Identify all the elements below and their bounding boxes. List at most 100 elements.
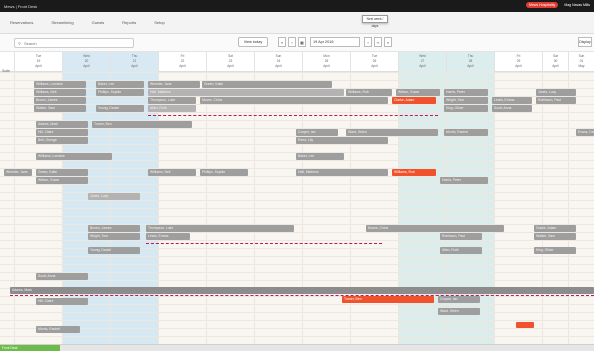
next-week-tooltip: Next week / days bbox=[362, 15, 388, 28]
reservation-bar[interactable]: Adams, Mark bbox=[10, 287, 594, 294]
reservation-bar[interactable]: Hill, Claire bbox=[36, 129, 88, 136]
day-header: Tue 26 April bbox=[350, 52, 398, 72]
reservation-bar[interactable]: Moore, Chloe bbox=[366, 225, 504, 232]
reservation-bar[interactable]: Clarke, Adam bbox=[534, 225, 576, 232]
day-header: Wed 20 April bbox=[62, 52, 110, 72]
reservation-bar[interactable]: Robinson, Paul bbox=[536, 97, 576, 104]
menu-item-reports[interactable]: Reports bbox=[122, 20, 136, 25]
reservation-bar[interactable]: Hall, Matthew bbox=[148, 89, 344, 96]
main-menu: Reservations Streamlining Guests Reports… bbox=[0, 12, 594, 34]
reservation-bar[interactable]: Brown, James bbox=[88, 225, 140, 232]
reservation-bar[interactable]: Robinson, Paul bbox=[440, 233, 482, 240]
reservation-bar[interactable]: Lewis, Emma bbox=[146, 233, 190, 240]
reservation-bar[interactable]: Bell, George bbox=[36, 137, 88, 144]
reservation-bar[interactable]: King, Oliver bbox=[444, 105, 488, 112]
reservation-bar[interactable]: Scott, Anna bbox=[36, 273, 88, 280]
bottom-tab[interactable]: Front Desk bbox=[0, 345, 60, 351]
reservation-timeline: Suite Williams, Lorraine Baker, Lee Whee… bbox=[0, 69, 594, 344]
reservation-bar[interactable]: Wheeler, Jane bbox=[148, 81, 200, 88]
reservation-bar[interactable]: Williams, Neil bbox=[148, 169, 196, 176]
menu-item-reservations[interactable]: Reservations bbox=[10, 20, 33, 25]
reservation-bar[interactable]: Hall, Matthew bbox=[296, 169, 388, 176]
reservation-bar-checked-in[interactable]: Clarke, Adam bbox=[392, 97, 436, 104]
reservation-bar[interactable]: Scott, Anna bbox=[492, 105, 532, 112]
next-icon[interactable]: › bbox=[364, 37, 372, 47]
reservation-bar[interactable]: Harris, Peter bbox=[440, 177, 488, 184]
reservation-bar[interactable]: Evans, David bbox=[576, 129, 594, 136]
date-header: Tue 19 April Wed 20 April Thu 21 April Fri 22 Ap… bbox=[0, 52, 594, 72]
reservation-bar[interactable]: Green, Katie bbox=[202, 81, 332, 88]
overbooking-line bbox=[148, 115, 438, 116]
reservation-bar[interactable]: Baker, Lee bbox=[296, 153, 344, 160]
day-header: Sun 24 April bbox=[254, 52, 302, 72]
reservation-bar[interactable]: Brown, James bbox=[34, 97, 86, 104]
date-field[interactable]: 19 Apr 2016 bbox=[310, 37, 360, 47]
reservation-bar[interactable]: Adams, Mark bbox=[36, 121, 88, 128]
day-header: Mon 25 April bbox=[302, 52, 350, 72]
reservation-bar[interactable]: Wheeler, Jane bbox=[4, 169, 32, 176]
reservation-bar[interactable]: Williams, Lorraine bbox=[36, 153, 112, 160]
reservation-bar[interactable]: Allen, Ruth bbox=[148, 105, 196, 112]
overbooking-line bbox=[146, 243, 382, 244]
title-bar: Mews | Front Desk Mews Hospitality Mag N… bbox=[0, 0, 594, 12]
user-menu[interactable]: Mag Navas Mills bbox=[564, 3, 590, 7]
menu-item-setup[interactable]: Setup bbox=[154, 20, 164, 25]
reservation-bar[interactable]: Wilson, Grace bbox=[36, 177, 88, 184]
first-page-icon[interactable]: « bbox=[278, 37, 286, 47]
reservation-bar-checked-in[interactable]: Turner, Ben bbox=[342, 296, 434, 303]
day-header: Sun 01 May bbox=[568, 52, 594, 72]
calendar-icon[interactable]: ▦ bbox=[298, 37, 306, 47]
reservation-bar[interactable]: Green, Katie bbox=[36, 169, 88, 176]
next-week-icon[interactable]: ›› bbox=[374, 37, 382, 47]
reservation-bar[interactable]: Hill, Claire bbox=[36, 298, 88, 305]
reservation-bar[interactable]: Harris, Peter bbox=[444, 89, 488, 96]
reservation-bar[interactable]: Turner, Ben bbox=[92, 121, 192, 128]
display-button[interactable]: Display bbox=[578, 37, 592, 47]
reservation-bar[interactable]: Morris, Rachel bbox=[444, 129, 488, 136]
reservation-bar[interactable]: Phillips, Sophie bbox=[200, 169, 248, 176]
reservation-bar-checked-in[interactable]: Williams, Rob bbox=[392, 169, 436, 176]
day-header: Thu 28 April bbox=[446, 52, 494, 72]
reservation-bar[interactable]: Jones, Lucy bbox=[536, 89, 576, 96]
reservation-bar[interactable]: Thompson, Luke bbox=[146, 225, 294, 232]
reservation-bar[interactable]: Jones, Lucy bbox=[88, 193, 140, 200]
add-reservation-button[interactable] bbox=[516, 322, 534, 328]
reservation-bar[interactable]: Reed, Lily bbox=[296, 137, 388, 144]
reservation-bar[interactable]: Wright, Tom bbox=[88, 233, 140, 240]
reservation-bar[interactable]: Allen, Ruth bbox=[440, 247, 482, 254]
menu-item-guests[interactable]: Guests bbox=[92, 20, 105, 25]
timeline-toolbar: ⚲ View today « ‹ ▦ 19 Apr 2016 › ›› » Di… bbox=[0, 34, 594, 52]
previous-icon[interactable]: ‹ bbox=[288, 37, 296, 47]
reservation-bar[interactable]: Wilson, Grace bbox=[396, 89, 440, 96]
reservation-bar[interactable]: Phillips, Sophie bbox=[96, 89, 144, 96]
reservation-bar[interactable]: King, Oliver bbox=[534, 247, 576, 254]
reservation-bar[interactable]: Wright, Tom bbox=[444, 97, 488, 104]
reservation-bar[interactable]: Williams, Rob bbox=[346, 89, 392, 96]
room-label: Suite bbox=[2, 69, 10, 73]
reservation-bar[interactable]: Morris, Rachel bbox=[36, 326, 80, 333]
menu-item-streamlining[interactable]: Streamlining bbox=[51, 20, 73, 25]
reservation-bar[interactable]: Williams, Lorraine bbox=[34, 81, 86, 88]
reservation-bar[interactable]: Young, Daniel bbox=[88, 247, 140, 254]
reservation-bar[interactable]: Cooper, Ian bbox=[438, 296, 480, 303]
reservation-bar[interactable]: Young, Daniel bbox=[96, 105, 144, 112]
reservation-bar[interactable]: Baker, Lee bbox=[96, 81, 144, 88]
reservation-bar[interactable]: Williams, Neil bbox=[34, 89, 86, 96]
reservation-bar[interactable]: Cooper, Ian bbox=[296, 129, 338, 136]
day-header: Fri 29 April bbox=[494, 52, 542, 72]
reservation-bar[interactable]: Walker, Sam bbox=[34, 105, 86, 112]
reservation-bar[interactable]: Lewis, Emma bbox=[492, 97, 532, 104]
hotel-switcher[interactable]: Mews Hospitality bbox=[526, 2, 559, 8]
view-today-button[interactable]: View today bbox=[238, 37, 268, 47]
search-input[interactable] bbox=[23, 40, 124, 46]
reservation-bar[interactable]: Thompson, Luke bbox=[148, 97, 196, 104]
reservation-bar[interactable]: Moore, Chloe bbox=[200, 97, 388, 104]
reservation-bar[interactable]: Ward, Helen bbox=[438, 308, 480, 315]
reservation-bar[interactable]: Walker, Sam bbox=[534, 233, 576, 240]
search-box[interactable]: ⚲ bbox=[14, 38, 134, 48]
reservation-bar[interactable]: Ward, Helen bbox=[346, 129, 438, 136]
day-header: Thu 21 April bbox=[110, 52, 158, 72]
last-page-icon[interactable]: » bbox=[384, 37, 392, 47]
day-header: Fri 22 April bbox=[158, 52, 206, 72]
day-header: Tue 19 April bbox=[14, 52, 62, 72]
